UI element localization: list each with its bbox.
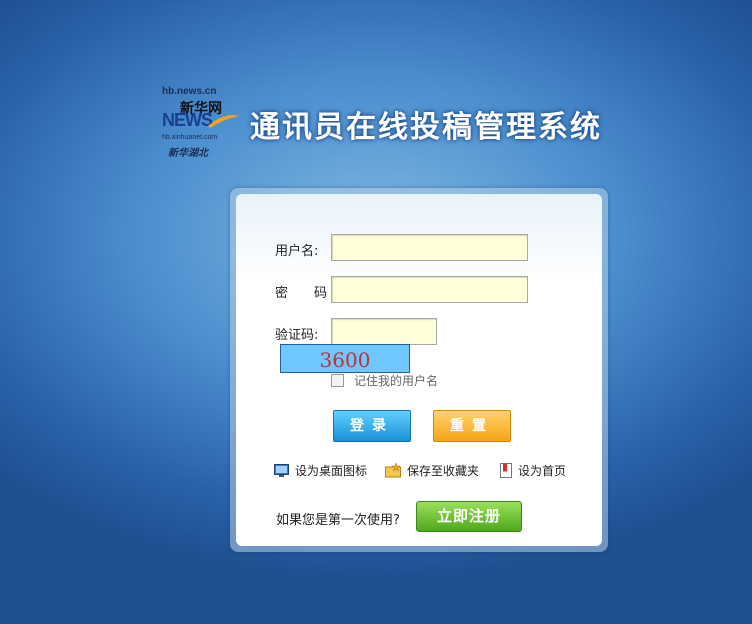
homepage-link[interactable]: 设为首页: [500, 462, 566, 479]
logo-swoosh-icon: [208, 115, 240, 128]
logo-region: 新华湖北: [168, 148, 208, 159]
logo-url-bottom: hb.xinhuanet.com: [162, 134, 218, 141]
captcha-label: 验证码:: [275, 328, 319, 343]
username-label: 用户名:: [275, 244, 319, 259]
homepage-label: 设为首页: [518, 464, 567, 478]
captcha-image[interactable]: 3600: [280, 344, 410, 373]
desktop-icon-link[interactable]: 设为桌面图标: [274, 462, 367, 479]
favorites-link[interactable]: 保存至收藏夹: [385, 462, 479, 479]
bookmark-page-icon: [500, 463, 512, 478]
favorites-label: 保存至收藏夹: [407, 464, 480, 478]
site-logo: hb.news.cn 新华网 NEWS hb.xinhuanet.com 新华湖…: [160, 86, 244, 159]
username-input[interactable]: [331, 234, 528, 261]
monitor-icon: [274, 463, 289, 477]
logo-news: NEWS: [162, 110, 213, 130]
password-input[interactable]: [331, 276, 528, 303]
folder-star-icon: [385, 463, 401, 478]
reset-button[interactable]: 重置: [433, 410, 511, 442]
remember-checkbox[interactable]: [331, 374, 344, 387]
login-button[interactable]: 登录: [333, 410, 411, 442]
register-button[interactable]: 立即注册: [416, 501, 522, 532]
password-label: 密 码: [275, 286, 328, 301]
captcha-input[interactable]: [331, 318, 437, 345]
first-time-question: 如果您是第一次使用?: [276, 513, 400, 528]
page-title: 通讯员在线投稿管理系统: [250, 110, 602, 145]
logo-url-top: hb.news.cn: [162, 86, 217, 97]
desktop-icon-label: 设为桌面图标: [295, 464, 368, 478]
remember-label[interactable]: 记住我的用户名: [354, 372, 438, 389]
